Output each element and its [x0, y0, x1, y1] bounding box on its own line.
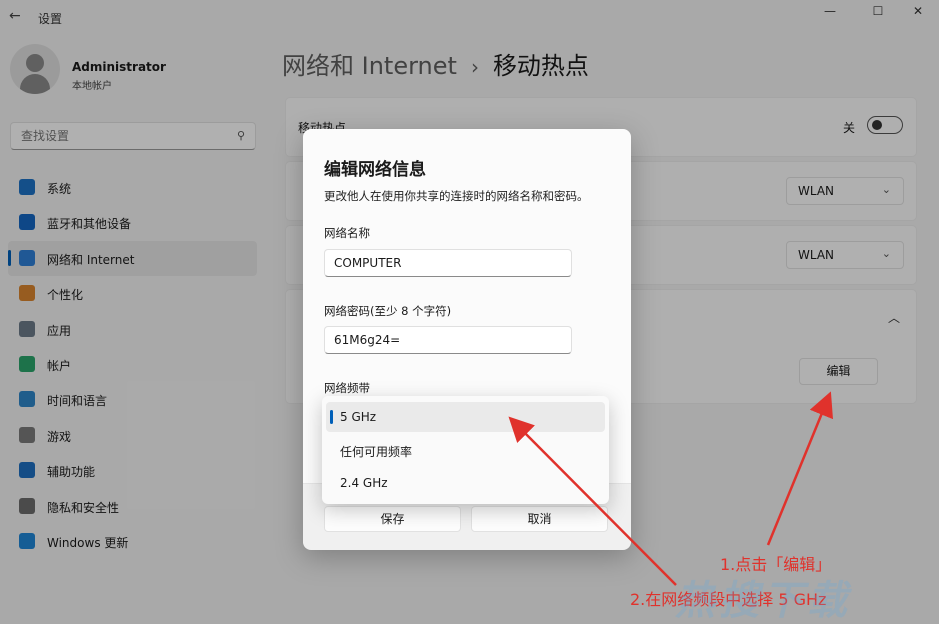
dialog-description: 更改他人在使用你共享的连接时的网络名称和密码。: [324, 189, 589, 203]
dialog-title: 编辑网络信息: [324, 160, 426, 180]
network-name-field[interactable]: [324, 249, 572, 277]
cancel-button[interactable]: 取消: [471, 506, 608, 532]
network-name-label: 网络名称: [324, 226, 370, 240]
watermark-logo: 热搜下载: [675, 578, 851, 624]
band-option[interactable]: 任何可用频率: [326, 435, 605, 465]
band-dropdown-list: 5 GHz 任何可用频率 2.4 GHz: [322, 396, 609, 504]
network-password-field[interactable]: [324, 326, 572, 354]
band-option[interactable]: 5 GHz: [326, 402, 605, 432]
network-band-label: 网络频带: [324, 381, 370, 395]
save-button[interactable]: 保存: [324, 506, 461, 532]
network-password-label: 网络密码(至少 8 个字符): [324, 304, 452, 318]
band-option[interactable]: 2.4 GHz: [326, 468, 605, 498]
settings-window: ← 设置 — ☐ ✕ Administrator 本地帐户 ⚲ 系统蓝牙和其他设…: [0, 0, 939, 624]
